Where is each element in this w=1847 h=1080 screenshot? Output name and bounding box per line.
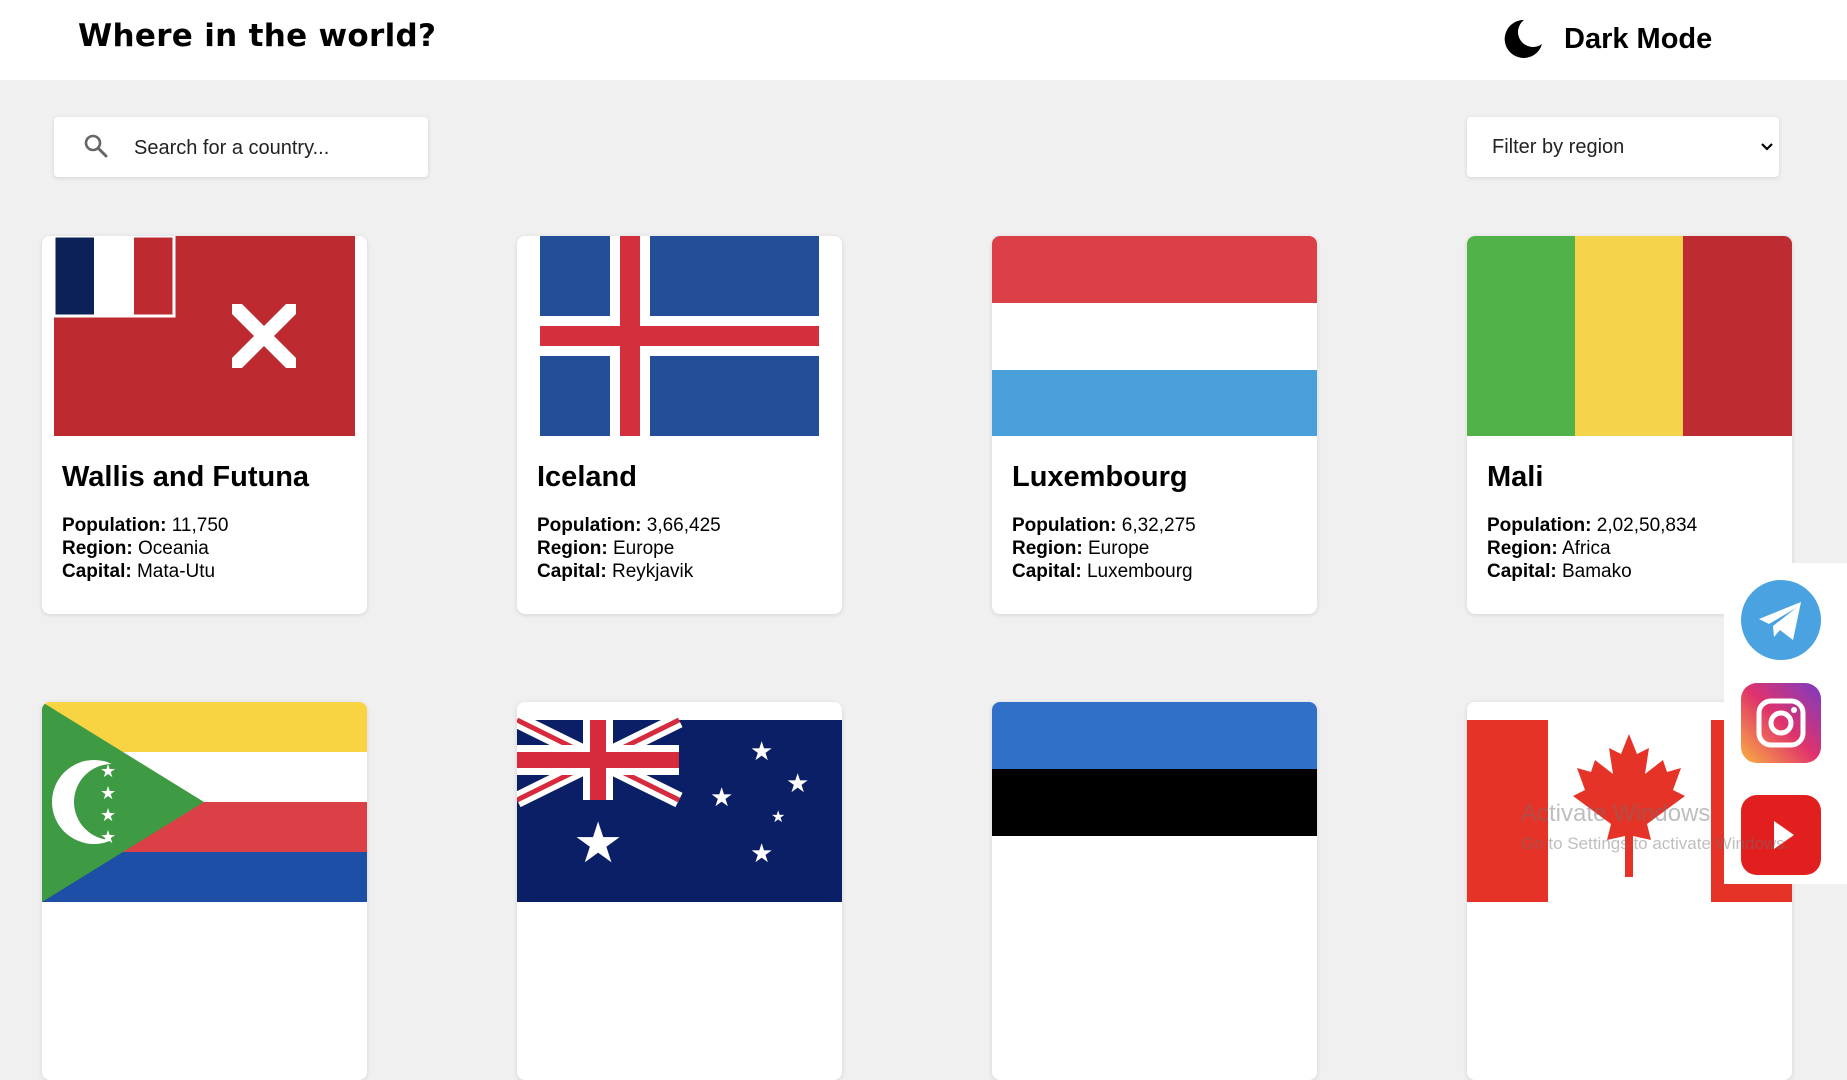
instagram-icon (1741, 683, 1821, 763)
capital-value: Mata-Utu (136, 561, 216, 582)
population-label: Population: (1487, 515, 1592, 536)
search-box[interactable] (54, 117, 428, 177)
population-value: 3,66,425 (646, 515, 721, 536)
country-card[interactable]: ★ ★ ★ ★ ★ ★ (517, 702, 842, 1080)
svg-text:★: ★ (750, 839, 773, 869)
dark-mode-label: Dark Mode (1564, 22, 1713, 55)
population-value: 6,32,275 (1121, 515, 1196, 536)
region-filter-select[interactable]: Filter by region (1467, 117, 1779, 177)
country-card[interactable]: Luxembourg Population: 6,32,275 Region: … (992, 236, 1317, 614)
flag-image (992, 236, 1317, 436)
flag-image (992, 702, 1317, 902)
region-label: Region: (62, 538, 133, 559)
country-info: Population: 6,32,275 Region: Europe Capi… (1012, 514, 1196, 583)
region-value: Europe (613, 538, 675, 559)
capital-value: Reykjavik (611, 561, 694, 582)
country-card[interactable]: Mali Population: 2,02,50,834 Region: Afr… (1467, 236, 1792, 614)
flag-image (42, 236, 367, 436)
capital-label: Capital: (62, 561, 132, 582)
instagram-link[interactable] (1741, 683, 1821, 763)
moon-icon (1504, 19, 1542, 58)
country-info: Population: 2,02,50,834 Region: Africa C… (1487, 514, 1697, 583)
capital-label: Capital: (537, 561, 607, 582)
chevron-down-icon (1761, 143, 1773, 151)
svg-text:★: ★ (100, 827, 116, 848)
svg-text:★: ★ (710, 783, 733, 813)
country-name: Wallis and Futuna (62, 461, 310, 493)
country-card[interactable]: Wallis and Futuna Population: 11,750 Reg… (42, 236, 367, 614)
flag-image: ★ ★ ★ ★ (42, 702, 367, 902)
search-icon (84, 134, 108, 158)
svg-text:★: ★ (771, 807, 785, 826)
capital-label: Capital: (1012, 561, 1082, 582)
telegram-link[interactable] (1741, 580, 1821, 660)
capital-value: Bamako (1561, 561, 1632, 582)
windows-activation-subtext: Go to Settings to activate Windows. (1521, 834, 1790, 853)
region-label: Region: (1012, 538, 1083, 559)
country-name: Iceland (537, 461, 637, 493)
region-label: Region: (537, 538, 608, 559)
country-card[interactable]: ★ ★ ★ ★ (42, 702, 367, 1080)
svg-text:★: ★ (573, 811, 623, 876)
svg-text:★: ★ (786, 769, 809, 799)
country-card[interactable]: Iceland Population: 3,66,425 Region: Eur… (517, 236, 842, 614)
svg-text:★: ★ (750, 737, 773, 767)
flag-image: ★ ★ ★ ★ ★ ★ (517, 702, 842, 902)
windows-activation-watermark: Activate Windows (1521, 800, 1711, 827)
telegram-icon (1741, 580, 1821, 660)
flag-image (517, 236, 842, 436)
svg-text:★: ★ (100, 783, 116, 804)
flag-image (1467, 236, 1792, 436)
region-value: Oceania (138, 538, 209, 559)
capital-label: Capital: (1487, 561, 1557, 582)
population-label: Population: (62, 515, 167, 536)
capital-value: Luxembourg (1086, 561, 1193, 582)
country-name: Luxembourg (1012, 461, 1188, 493)
country-info: Population: 3,66,425 Region: Europe Capi… (537, 514, 721, 583)
country-card[interactable] (992, 702, 1317, 1080)
region-label: Region: (1487, 538, 1558, 559)
population-value: 2,02,50,834 (1596, 515, 1698, 536)
region-value: Europe (1088, 538, 1150, 559)
svg-text:★: ★ (100, 805, 116, 826)
population-label: Population: (537, 515, 642, 536)
top-header: Where in the world? Dark Mode (0, 0, 1847, 80)
app-title: Where in the world? (78, 18, 437, 54)
search-input[interactable] (132, 131, 416, 165)
svg-text:★: ★ (100, 761, 116, 782)
population-value: 11,750 (171, 515, 229, 536)
region-value: Africa (1561, 538, 1611, 559)
dark-mode-toggle[interactable]: Dark Mode (1502, 14, 1712, 64)
country-info: Population: 11,750 Region: Oceania Capit… (62, 514, 228, 583)
population-label: Population: (1012, 515, 1117, 536)
country-name: Mali (1487, 461, 1544, 493)
region-filter-label: Filter by region (1492, 136, 1625, 158)
